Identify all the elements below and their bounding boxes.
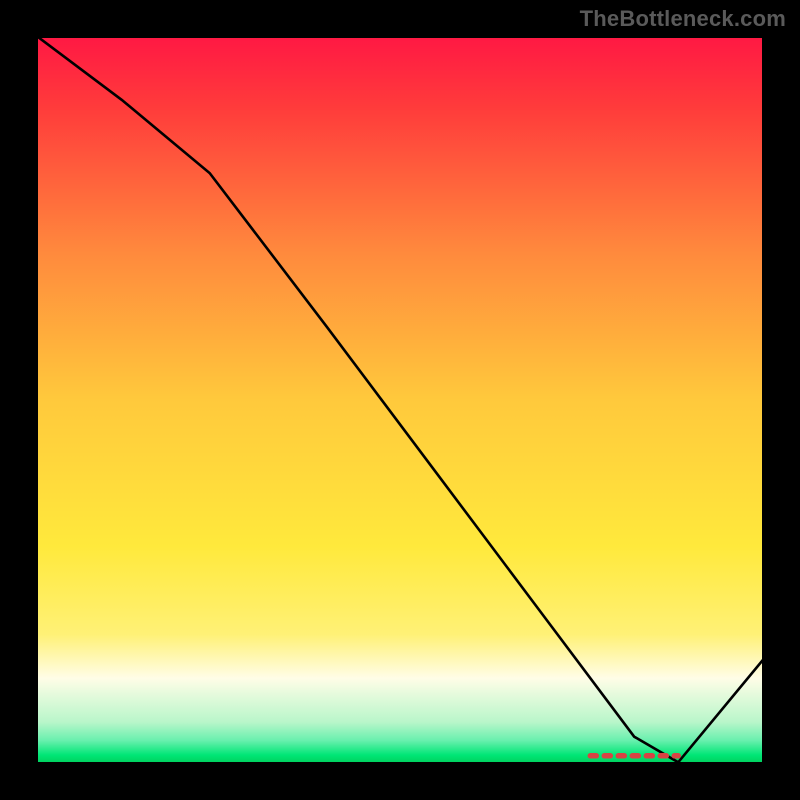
chart-svg [34, 34, 766, 766]
plot-background [34, 34, 766, 766]
chart-container: TheBottleneck.com [0, 0, 800, 800]
watermark-text: TheBottleneck.com [580, 6, 786, 32]
